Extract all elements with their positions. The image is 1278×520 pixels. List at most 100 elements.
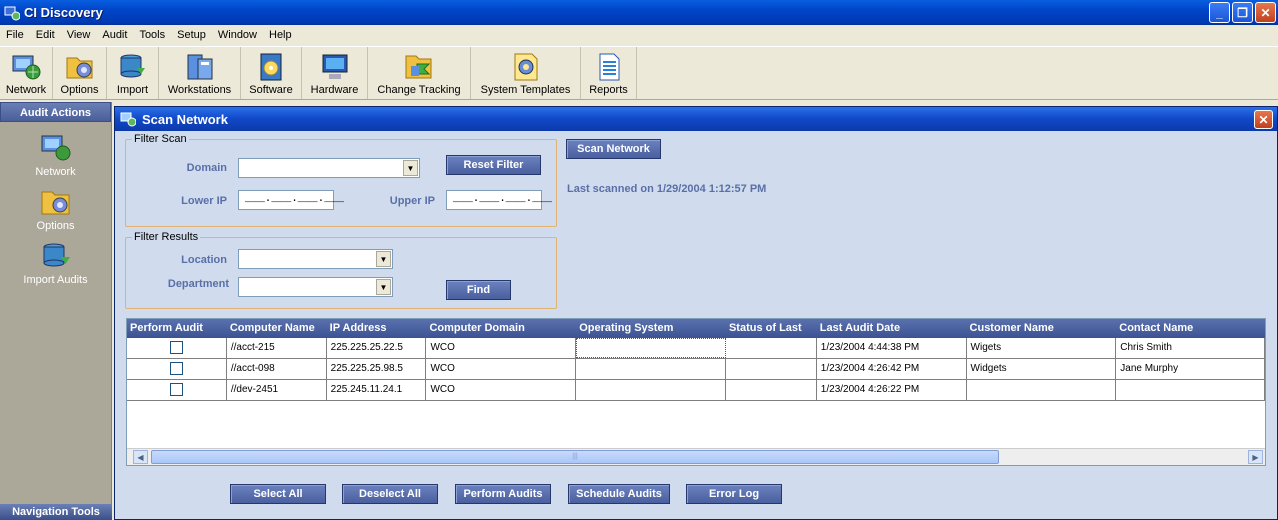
find-button[interactable]: Find bbox=[446, 280, 511, 300]
options-icon bbox=[41, 191, 69, 215]
network-icon bbox=[41, 135, 70, 161]
location-select[interactable]: ▼ bbox=[238, 249, 393, 269]
computer-name-cell: //acct-098 bbox=[227, 359, 327, 379]
perform-audit-checkbox[interactable] bbox=[169, 341, 183, 354]
perform-audit-cell bbox=[127, 338, 227, 358]
toolbar-system-templates-button[interactable]: System Templates bbox=[471, 47, 581, 99]
computer-domain-cell: WCO bbox=[426, 380, 577, 400]
column-header-ip-address[interactable]: IP Address bbox=[327, 319, 427, 338]
nav-item-options[interactable]: Options bbox=[0, 186, 111, 232]
scrollbar-thumb[interactable]: ||| bbox=[151, 450, 999, 464]
grid-header-row: Perform Audit Computer Name IP Address C… bbox=[127, 319, 1265, 338]
filter-results-legend: Filter Results bbox=[134, 231, 199, 243]
reset-filter-button[interactable]: Reset Filter bbox=[446, 155, 541, 175]
minimize-button[interactable]: _ bbox=[1209, 2, 1230, 23]
audit-actions-panel: Audit Actions Network Options Import Aud… bbox=[0, 102, 112, 520]
menu-help[interactable]: Help bbox=[263, 29, 298, 41]
deselect-all-button[interactable]: Deselect All bbox=[342, 484, 438, 504]
menu-file[interactable]: File bbox=[0, 29, 30, 41]
department-select[interactable]: ▼ bbox=[238, 277, 393, 297]
toolbar-import-button[interactable]: Import bbox=[107, 47, 159, 99]
scroll-left-icon[interactable]: ◀ bbox=[133, 450, 148, 464]
options-icon bbox=[66, 57, 92, 79]
maximize-button[interactable]: ❐ bbox=[1232, 2, 1253, 23]
table-row[interactable]: //acct-215 225.225.25.22.5 WCO 1/23/2004… bbox=[127, 338, 1265, 359]
table-row[interactable]: //dev-2451 225.245.11.24.1 WCO 1/23/2004… bbox=[127, 380, 1265, 401]
column-header-computer-domain[interactable]: Computer Domain bbox=[426, 319, 576, 338]
contact-name-cell: Jane Murphy bbox=[1116, 359, 1265, 379]
perform-audit-cell bbox=[127, 380, 227, 400]
customer-name-cell bbox=[967, 380, 1117, 400]
column-header-customer-name[interactable]: Customer Name bbox=[967, 319, 1117, 338]
toolbar-hardware-button[interactable]: Hardware bbox=[302, 47, 368, 99]
error-log-button[interactable]: Error Log bbox=[686, 484, 782, 504]
toolbar-reports-button[interactable]: Reports bbox=[581, 47, 637, 99]
column-header-perform-audit[interactable]: Perform Audit bbox=[127, 319, 227, 338]
audit-actions-header[interactable]: Audit Actions bbox=[0, 102, 111, 122]
results-grid: Perform Audit Computer Name IP Address C… bbox=[126, 318, 1266, 466]
select-all-button[interactable]: Select All bbox=[230, 484, 326, 504]
contact-name-cell bbox=[1116, 380, 1265, 400]
toolbar-software-button[interactable]: Software bbox=[241, 47, 302, 99]
operating-system-cell[interactable] bbox=[576, 338, 726, 358]
computer-domain-cell: WCO bbox=[426, 338, 577, 358]
computer-name-cell: //dev-2451 bbox=[227, 380, 327, 400]
toolbar-network-button[interactable]: Network bbox=[0, 47, 53, 99]
nav-item-import-audits[interactable]: Import Audits bbox=[0, 240, 111, 286]
computer-name-cell: //acct-215 bbox=[227, 338, 327, 358]
scan-network-title: Scan Network bbox=[142, 111, 228, 127]
toolbar-change-tracking-button[interactable]: Change Tracking bbox=[368, 47, 471, 99]
computer-domain-cell: WCO bbox=[426, 359, 577, 379]
toolbar-workstations-button[interactable]: Workstations bbox=[159, 47, 241, 99]
lower-ip-input[interactable]: ___.___.___.___ bbox=[238, 190, 344, 210]
perform-audit-cell bbox=[127, 359, 227, 379]
navigation-tools-footer[interactable]: Navigation Tools bbox=[0, 504, 112, 520]
upper-ip-label: Upper IP bbox=[389, 195, 435, 207]
table-row[interactable]: //acct-098 225.225.25.98.5 WCO 1/23/2004… bbox=[127, 359, 1265, 380]
system-templates-icon bbox=[514, 53, 537, 81]
last-scanned-status: Last scanned on 1/29/2004 1:12:57 PM bbox=[567, 183, 767, 195]
menu-audit[interactable]: Audit bbox=[96, 29, 133, 41]
chevron-down-icon[interactable]: ▼ bbox=[403, 160, 418, 176]
menu-edit[interactable]: Edit bbox=[30, 29, 61, 41]
menu-tools[interactable]: Tools bbox=[133, 29, 171, 41]
ip-address-cell: 225.245.11.24.1 bbox=[327, 380, 427, 400]
nav-item-network[interactable]: Network bbox=[0, 132, 111, 178]
nav-item-label: Import Audits bbox=[23, 274, 88, 286]
menu-window[interactable]: Window bbox=[212, 29, 263, 41]
menu-setup[interactable]: Setup bbox=[171, 29, 212, 41]
toolbar-options-label: Options bbox=[60, 84, 99, 96]
column-header-status-of-last[interactable]: Status of Last bbox=[726, 319, 817, 338]
scroll-right-icon[interactable]: ▶ bbox=[1248, 450, 1263, 464]
chevron-down-icon[interactable]: ▼ bbox=[376, 251, 391, 267]
last-audit-date-cell: 1/23/2004 4:44:38 PM bbox=[817, 338, 967, 358]
column-header-computer-name[interactable]: Computer Name bbox=[227, 319, 327, 338]
toolbar-options-button[interactable]: Options bbox=[53, 47, 107, 99]
app-title: CI Discovery bbox=[24, 5, 103, 20]
column-header-operating-system[interactable]: Operating System bbox=[576, 319, 726, 338]
schedule-audits-button[interactable]: Schedule Audits bbox=[568, 484, 670, 504]
ip-address-cell: 225.225.25.98.5 bbox=[327, 359, 427, 379]
chevron-down-icon[interactable]: ▼ bbox=[376, 279, 391, 295]
toolbar-workstations-label: Workstations bbox=[167, 84, 232, 96]
scan-network-button[interactable]: Scan Network bbox=[566, 139, 661, 159]
upper-ip-input[interactable]: ___.___.___.___ bbox=[446, 190, 552, 210]
perform-audits-button[interactable]: Perform Audits bbox=[455, 484, 551, 504]
import-icon bbox=[120, 54, 145, 78]
domain-select[interactable]: ▼ bbox=[238, 158, 420, 178]
perform-audit-checkbox[interactable] bbox=[169, 383, 183, 396]
close-button[interactable]: ✕ bbox=[1255, 2, 1276, 23]
last-audit-date-cell: 1/23/2004 4:26:22 PM bbox=[817, 380, 967, 400]
menu-bar: File Edit View Audit Tools Setup Window … bbox=[0, 25, 1278, 45]
perform-audit-checkbox[interactable] bbox=[169, 362, 183, 375]
horizontal-scrollbar[interactable]: ◀ ||| ▶ bbox=[127, 448, 1265, 465]
column-header-last-audit-date[interactable]: Last Audit Date bbox=[817, 319, 967, 338]
column-header-contact-name[interactable]: Contact Name bbox=[1116, 319, 1265, 338]
status-cell bbox=[726, 380, 817, 400]
scan-network-close-button[interactable]: ✕ bbox=[1254, 110, 1273, 129]
nav-item-label: Network bbox=[35, 166, 76, 178]
location-label: Location bbox=[181, 254, 227, 266]
menu-view[interactable]: View bbox=[61, 29, 97, 41]
customer-name-cell: Widgets bbox=[967, 359, 1117, 379]
ip-address-cell: 225.225.25.22.5 bbox=[327, 338, 427, 358]
